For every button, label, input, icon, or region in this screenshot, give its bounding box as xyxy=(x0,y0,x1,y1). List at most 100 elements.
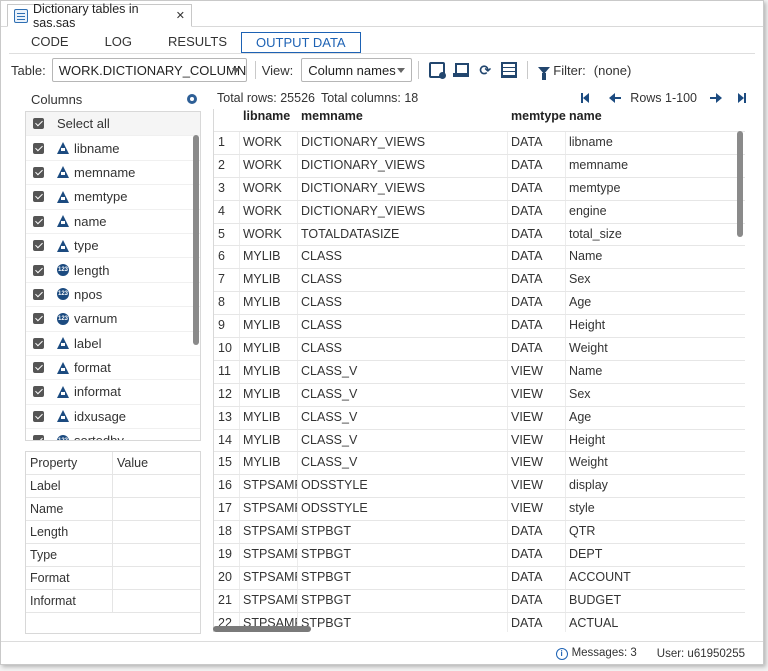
filter-value[interactable]: (none) xyxy=(594,63,632,78)
property-value xyxy=(113,498,200,520)
memname-cell: CLASS xyxy=(298,269,508,292)
memtype-column-header[interactable]: memtype xyxy=(508,109,566,131)
table-row[interactable]: 21 STPSAMP STPBGT DATA BUDGET xyxy=(214,588,745,612)
name-cell: Height xyxy=(569,432,606,447)
memname-cell: STPBGT xyxy=(298,589,508,612)
messages-link[interactable]: i Messages: 3 xyxy=(555,647,637,660)
checkbox[interactable] xyxy=(33,118,44,130)
table-select[interactable]: WORK.DICTIONARY_COLUMN xyxy=(51,58,247,82)
name-cell: DEPT xyxy=(569,547,603,562)
first-page-icon[interactable] xyxy=(580,93,594,103)
table-row[interactable]: 11 MYLIB CLASS_V VIEW Name xyxy=(214,359,745,383)
filter-icon[interactable] xyxy=(538,66,551,80)
column-item[interactable]: type xyxy=(26,234,200,259)
table-row[interactable]: 12 MYLIB CLASS_V VIEW Sex xyxy=(214,382,745,406)
memname-cell: ODSSTYLE xyxy=(298,498,508,521)
tab-log[interactable]: LOG xyxy=(83,32,154,54)
column-item[interactable]: informat xyxy=(26,380,200,405)
table-row[interactable]: 14 MYLIB CLASS_V VIEW Height xyxy=(214,428,745,452)
tab-output-data[interactable]: OUTPUT DATA xyxy=(241,32,361,54)
table-row[interactable]: 7 MYLIB CLASS DATA Sex xyxy=(214,268,745,292)
last-page-icon[interactable] xyxy=(733,93,747,103)
view-select[interactable]: Column names xyxy=(301,58,413,82)
table-row[interactable]: 6 MYLIB CLASS DATA Name xyxy=(214,245,745,269)
column-item[interactable]: label xyxy=(26,332,200,356)
character-type-icon xyxy=(57,361,69,374)
name-cell: Sex xyxy=(569,386,591,401)
column-item[interactable]: name xyxy=(26,210,200,234)
table-row[interactable]: 1 WORK DICTIONARY_VIEWS DATA libname xyxy=(214,131,745,154)
chevron-down-icon xyxy=(231,68,240,73)
column-item[interactable]: idxusage xyxy=(26,405,200,430)
memname-cell: CLASS xyxy=(298,315,508,338)
property-row: Length xyxy=(26,521,200,544)
column-item[interactable]: libname xyxy=(26,136,200,161)
column-item[interactable]: memtype xyxy=(26,185,200,210)
table-row[interactable]: 10 MYLIB CLASS DATA Weight xyxy=(214,337,745,360)
tab-results[interactable]: RESULTS xyxy=(154,32,241,54)
query-icon[interactable] xyxy=(429,62,447,79)
memname-column-header[interactable]: memname xyxy=(298,109,508,131)
refresh-icon[interactable]: ⟳ xyxy=(477,62,493,78)
next-page-icon[interactable] xyxy=(710,93,724,103)
table-row[interactable]: 3 WORK DICTIONARY_VIEWS DATA memtype xyxy=(214,176,745,200)
column-item[interactable]: memname xyxy=(26,161,200,186)
checkbox[interactable] xyxy=(33,240,44,252)
checkbox[interactable] xyxy=(33,142,44,154)
memtype-cell: DATA xyxy=(508,223,566,246)
grid-vertical-scrollbar[interactable] xyxy=(737,131,743,237)
checkbox[interactable] xyxy=(33,313,44,325)
column-item[interactable]: 123 varnum xyxy=(26,307,200,332)
checkbox[interactable] xyxy=(33,191,44,203)
checkbox[interactable] xyxy=(33,264,44,276)
name-cell: QTR xyxy=(569,524,596,539)
grid-horizontal-scrollbar[interactable] xyxy=(213,626,311,632)
column-item[interactable]: 123 length xyxy=(26,258,200,283)
row-number-cell: 1 xyxy=(214,132,240,154)
settings-icon[interactable] xyxy=(187,94,197,104)
numeric-type-icon: 123 xyxy=(57,264,69,277)
tab-code[interactable]: CODE xyxy=(17,32,83,54)
table-row[interactable]: 19 STPSAMP STPBGT DATA DEPT xyxy=(214,543,745,566)
column-item[interactable]: 123 npos xyxy=(26,283,200,308)
close-icon[interactable]: ✕ xyxy=(176,9,185,22)
select-all-item[interactable]: Select all xyxy=(26,112,200,137)
checkbox[interactable] xyxy=(33,362,44,374)
table-row[interactable]: 4 WORK DICTIONARY_VIEWS DATA engine xyxy=(214,199,745,223)
checkbox[interactable] xyxy=(33,435,44,440)
column-item[interactable]: 123 sortedby xyxy=(26,429,200,440)
file-tab[interactable]: Dictionary tables in sas.sas ✕ xyxy=(7,2,192,30)
table-row[interactable]: 8 MYLIB CLASS DATA Age xyxy=(214,291,745,315)
table-row[interactable]: 20 STPSAMP STPBGT DATA ACCOUNT xyxy=(214,565,745,589)
table-row[interactable]: 15 MYLIB CLASS_V VIEW Weight xyxy=(214,451,745,475)
row-number-cell: 6 xyxy=(214,246,240,269)
table-row[interactable]: 17 STPSAMP ODSSTYLE VIEW style xyxy=(214,497,745,521)
program-file-icon xyxy=(14,8,28,23)
memtype-cell: VIEW xyxy=(508,360,566,383)
columns-scrollbar[interactable] xyxy=(193,135,199,345)
checkbox[interactable] xyxy=(33,337,44,349)
table-row[interactable]: 13 MYLIB CLASS_V VIEW Age xyxy=(214,405,745,429)
checkbox[interactable] xyxy=(33,410,44,422)
print-icon[interactable] xyxy=(453,62,470,78)
table-row[interactable]: 5 WORK TOTALDATASIZE DATA total_size xyxy=(214,222,745,246)
name-column-header[interactable]: name xyxy=(566,109,745,131)
table-row[interactable]: 16 STPSAMP ODSSTYLE VIEW display xyxy=(214,474,745,498)
previous-page-icon[interactable] xyxy=(607,93,622,103)
libname-column-header[interactable]: libname xyxy=(240,109,298,131)
libname-cell: WORK xyxy=(240,200,298,223)
character-type-icon xyxy=(57,239,69,252)
name-cell: engine xyxy=(569,203,607,218)
column-item[interactable]: format xyxy=(26,356,200,381)
table-row[interactable]: 2 WORK DICTIONARY_VIEWS DATA memname xyxy=(214,153,745,177)
table-row[interactable]: 9 MYLIB CLASS DATA Height xyxy=(214,314,745,338)
checkbox[interactable] xyxy=(33,288,44,300)
checkbox[interactable] xyxy=(33,166,44,178)
memtype-cell: VIEW xyxy=(508,475,566,498)
table-row[interactable]: 18 STPSAMP STPBGT DATA QTR xyxy=(214,520,745,544)
checkbox[interactable] xyxy=(33,215,44,227)
row-number-cell: 12 xyxy=(214,383,240,406)
memname-cell: DICTIONARY_VIEWS xyxy=(298,132,508,154)
table-properties-icon[interactable] xyxy=(501,62,518,78)
checkbox[interactable] xyxy=(33,386,44,398)
